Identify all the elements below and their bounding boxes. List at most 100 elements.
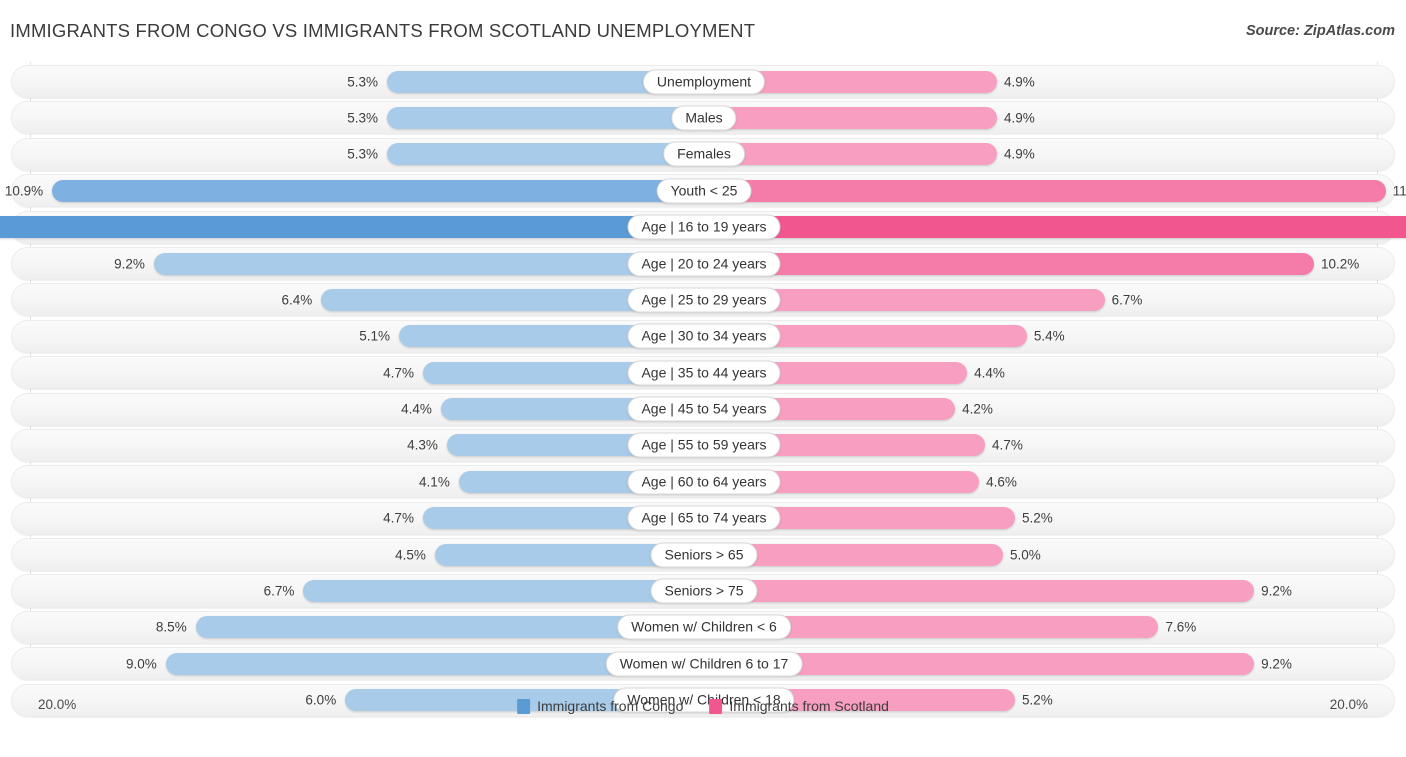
category-label[interactable]: Age | 16 to 19 years <box>627 214 781 240</box>
table-row[interactable]: 9.2% 10.2% Age | 20 to 24 years <box>11 246 1395 281</box>
legend-label: Immigrants from Scotland <box>729 698 889 714</box>
bar-value-right: 5.4% <box>1033 328 1065 344</box>
bar-left[interactable] <box>387 143 704 166</box>
category-label[interactable]: Males <box>671 105 737 131</box>
table-row[interactable]: 8.5% 7.6% Women w/ Children < 6 <box>11 610 1395 644</box>
bar-group: 4.7% 4.4% Age | 35 to 44 years <box>12 360 1394 386</box>
legend-label: Immigrants from Congo <box>537 698 684 714</box>
table-row[interactable]: 5.3% 4.9% Males <box>11 101 1395 135</box>
table-row[interactable]: 5.3% 4.9% Females <box>11 137 1395 171</box>
table-row[interactable]: 4.7% 4.4% Age | 35 to 44 years <box>11 356 1395 390</box>
bar-group: 4.5% 5.0% Seniors > 65 <box>12 542 1394 568</box>
table-row[interactable]: 10.9% 11.4% Youth < 25 <box>5 174 1406 208</box>
category-label[interactable]: Unemployment <box>642 69 766 95</box>
bar-value-right: 9.2% <box>1261 656 1292 672</box>
bar-value-right: 5.2% <box>1021 692 1053 708</box>
table-row[interactable]: 6.4% 6.7% Age | 25 to 29 years <box>11 283 1395 317</box>
category-label[interactable]: Age | 20 to 24 years <box>627 251 781 276</box>
bar-group: 5.3% 4.9% Females <box>12 141 1394 167</box>
bar-right[interactable] <box>704 216 1406 239</box>
bar-left[interactable] <box>303 580 704 603</box>
bar-group: 8.5% 7.6% Women w/ Children < 6 <box>12 614 1394 640</box>
table-row[interactable]: 5.3% 4.9% Unemployment <box>11 65 1395 99</box>
bar-group: 5.1% 5.4% Age | 30 to 34 years <box>12 323 1394 349</box>
bar-value-right: 11.4% <box>1392 183 1406 199</box>
category-label[interactable]: Age | 30 to 34 years <box>627 323 781 349</box>
legend-item[interactable]: Immigrants from Scotland <box>709 698 889 714</box>
table-row[interactable]: 5.1% 5.4% Age | 30 to 34 years <box>11 319 1395 353</box>
bar-group: 4.4% 4.2% Age | 45 to 54 years <box>12 396 1394 422</box>
bar-left[interactable] <box>387 106 704 129</box>
bar-group: 4.7% 5.2% Age | 65 to 74 years <box>12 505 1394 531</box>
bar-group: 5.3% 4.9% Males <box>12 105 1394 131</box>
legend-swatch-icon <box>709 698 723 714</box>
bar-right[interactable] <box>704 252 1314 275</box>
category-label[interactable]: Age | 35 to 44 years <box>627 360 781 386</box>
category-label[interactable]: Women w/ Children 6 to 17 <box>605 651 803 677</box>
bar-right[interactable] <box>704 179 1386 202</box>
category-label[interactable]: Youth < 25 <box>656 178 752 204</box>
table-row[interactable]: 6.7% 9.2% Seniors > 75 <box>11 574 1395 608</box>
category-label[interactable]: Age | 65 to 74 years <box>627 505 781 531</box>
bar-value-left: 5.1% <box>359 328 391 344</box>
bar-value-left: 4.7% <box>383 365 414 381</box>
bar-group: 6.4% 6.7% Age | 25 to 29 years <box>12 287 1394 313</box>
table-row[interactable]: 16.3%16.8%Age | 16 to 19 years <box>0 210 1406 244</box>
bar-value-left: 9.2% <box>114 256 145 271</box>
table-row[interactable]: 9.0% 9.2% Women w/ Children 6 to 17 <box>11 647 1395 681</box>
bar-value-right: 4.9% <box>1004 146 1035 162</box>
bar-value-right: 7.6% <box>1165 619 1197 635</box>
table-row[interactable]: 4.5% 5.0% Seniors > 65 <box>11 538 1395 572</box>
bar-value-left: 4.5% <box>395 547 426 563</box>
chart-plot-area: 5.3% 4.9% Unemployment 5.3% 4.9% Males 5.3% 4.9… <box>0 62 1406 718</box>
source-attribution: Source: ZipAtlas.com <box>1245 23 1395 39</box>
bar-value-left: 8.5% <box>155 619 187 635</box>
bar-group: 10.9% 11.4% Youth < 25 <box>5 178 1406 204</box>
category-label[interactable]: Females <box>663 141 745 167</box>
bar-value-left: 6.0% <box>305 692 337 708</box>
category-label[interactable]: Age | 25 to 29 years <box>627 287 781 313</box>
bar-value-left: 4.1% <box>419 474 450 490</box>
chart-legend: Immigrants from Congo Immigrants from Sco… <box>517 698 889 714</box>
table-row[interactable]: 4.7% 5.2% Age | 65 to 74 years <box>11 501 1395 535</box>
bar-value-left: 4.3% <box>407 437 438 453</box>
bar-right[interactable] <box>704 143 998 166</box>
category-label[interactable]: Age | 45 to 54 years <box>627 396 781 422</box>
bar-value-right: 4.9% <box>1004 74 1035 90</box>
table-row[interactable]: 4.3% 4.7% Age | 55 to 59 years <box>11 428 1395 462</box>
legend-swatch-icon <box>517 698 531 714</box>
bar-group: 9.0% 9.2% Women w/ Children 6 to 17 <box>12 651 1394 677</box>
category-label[interactable]: Age | 55 to 59 years <box>627 432 781 458</box>
bar-value-right: 4.7% <box>992 437 1023 453</box>
bar-group: 4.3% 4.7% Age | 55 to 59 years <box>12 432 1394 458</box>
bar-value-right: 4.4% <box>974 365 1005 381</box>
bar-value-left: 5.3% <box>347 74 379 90</box>
bar-group: 16.3%16.8%Age | 16 to 19 years <box>0 214 1406 240</box>
chart-rows: 5.3% 4.9% Unemployment 5.3% 4.9% Males 5.3% 4.9… <box>0 65 1406 720</box>
bar-value-right: 6.7% <box>1111 292 1143 308</box>
bar-value-right: 5.2% <box>1021 510 1053 526</box>
category-label[interactable]: Seniors > 75 <box>650 578 758 604</box>
bar-value-left: 9.0% <box>126 656 157 672</box>
bar-value-left: 10.9% <box>4 183 44 199</box>
bar-left[interactable] <box>153 252 704 275</box>
table-row[interactable]: 4.1% 4.6% Age | 60 to 64 years <box>11 465 1395 499</box>
bar-value-right: 4.9% <box>1004 110 1035 126</box>
axis-label-left: 20.0% <box>38 697 77 712</box>
category-label[interactable]: Women w/ Children < 6 <box>617 614 791 640</box>
bar-value-left: 6.4% <box>281 292 313 308</box>
bar-value-left: 5.3% <box>347 146 379 162</box>
bar-left[interactable] <box>0 216 704 239</box>
bar-value-right: 5.0% <box>1010 547 1041 563</box>
bar-right[interactable] <box>704 580 1255 603</box>
axis-label-right: 20.0% <box>1329 697 1368 712</box>
table-row[interactable]: 4.4% 4.2% Age | 45 to 54 years <box>11 392 1395 426</box>
bar-right[interactable] <box>704 106 998 129</box>
bar-left[interactable] <box>52 179 704 202</box>
legend-item[interactable]: Immigrants from Congo <box>517 698 683 714</box>
category-label[interactable]: Age | 60 to 64 years <box>627 469 781 495</box>
page-title: IMMIGRANTS FROM CONGO VS IMMIGRANTS FROM… <box>10 20 756 41</box>
bar-group: 4.1% 4.6% Age | 60 to 64 years <box>12 469 1394 495</box>
bar-group: 9.2% 10.2% Age | 20 to 24 years <box>12 251 1394 276</box>
category-label[interactable]: Seniors > 65 <box>650 542 758 568</box>
